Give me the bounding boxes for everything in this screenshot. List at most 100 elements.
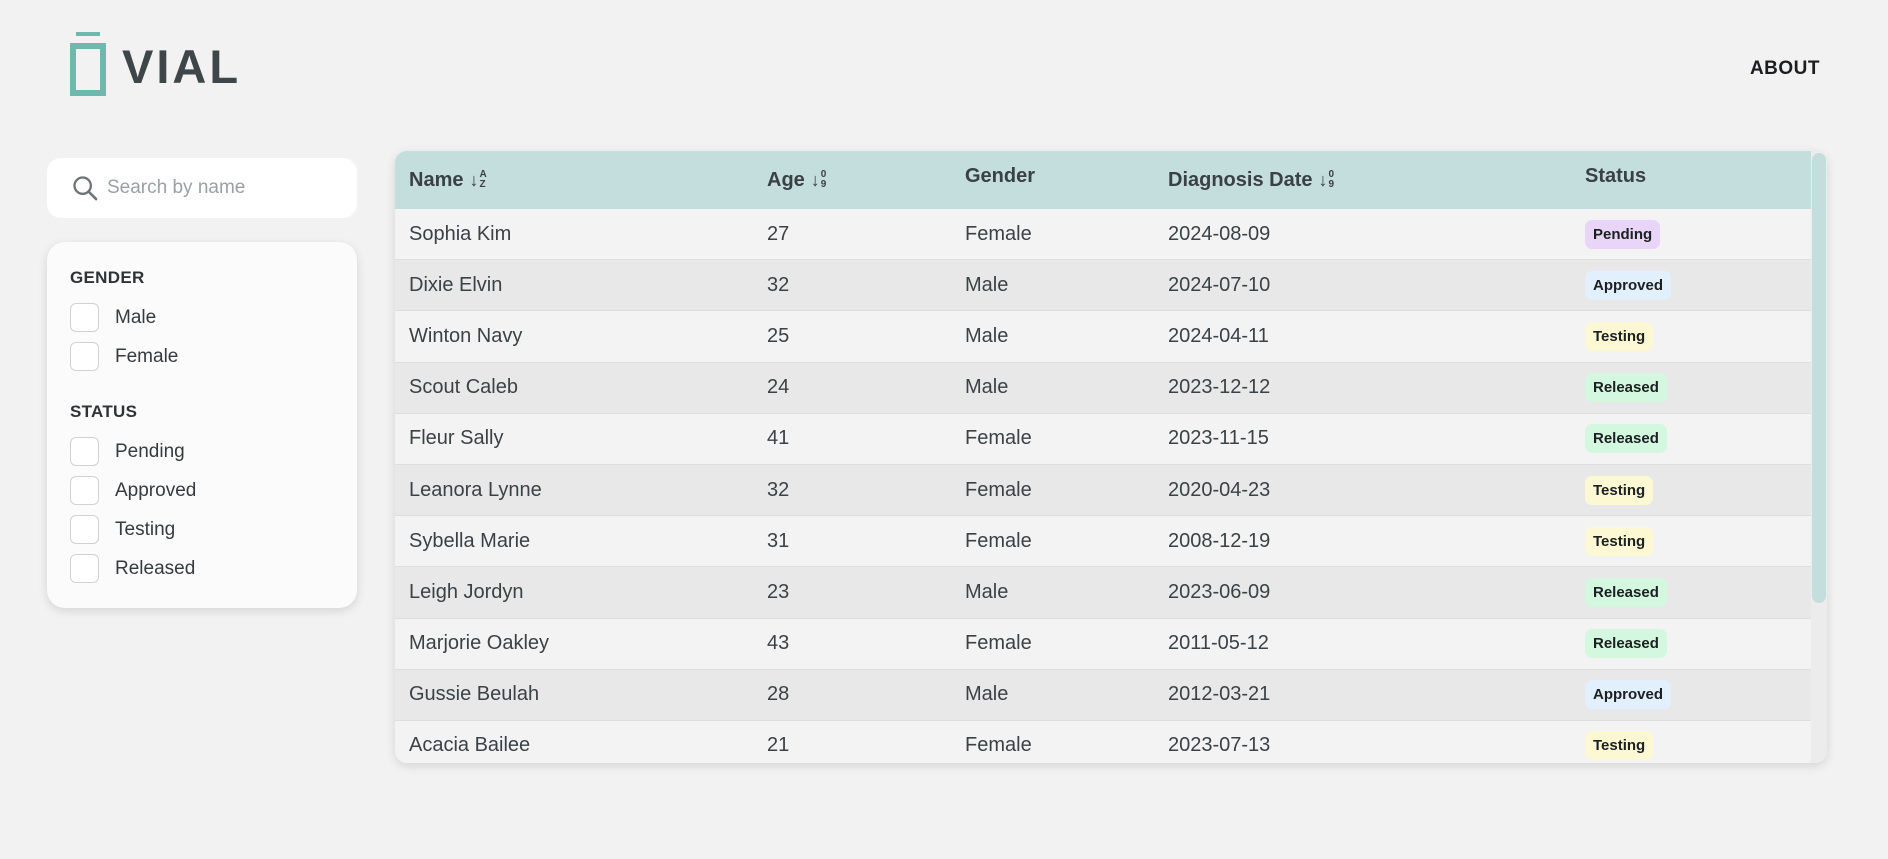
filter-label: Male (115, 306, 157, 328)
filter-label: Approved (115, 479, 197, 501)
status-filter-heading: STATUS (70, 402, 138, 421)
cell-diagnosis-date: 2023-11-15 (1168, 427, 1269, 450)
cell-gender: Female (965, 427, 1032, 450)
search-input[interactable] (107, 177, 337, 199)
table-row[interactable]: Dixie Elvin 32 Male 2024-07-10 Approved (395, 260, 1811, 312)
cell-name: Sybella Marie (409, 529, 531, 552)
status-badge: Released (1585, 373, 1667, 403)
filter-option-testing[interactable]: Testing (70, 510, 334, 549)
cell-gender: Male (965, 376, 1009, 399)
filter-option-female[interactable]: Female (70, 337, 334, 376)
cell-status: Testing (1571, 516, 1811, 566)
table-row[interactable]: Marjorie Oakley 43 Female 2011-05-12 Release… (395, 618, 1811, 670)
table-row[interactable]: Scout Caleb 24 Male 2023-12-12 Released (395, 362, 1811, 414)
status-badge: Approved (1585, 680, 1672, 710)
table-row[interactable]: Leigh Jordyn 23 Male 2023-06-09 Released (395, 567, 1811, 619)
search-box[interactable] (47, 158, 357, 218)
cell-diagnosis-date: 2024-07-10 (1168, 273, 1271, 296)
column-label: Name (409, 168, 464, 191)
vial-icon (70, 32, 106, 96)
sort-numeric-icon[interactable]: ↓ 09 (1318, 170, 1334, 190)
cell-age: 32 (767, 273, 790, 296)
pending-checkbox[interactable] (70, 437, 99, 466)
search-icon (73, 176, 98, 201)
cell-diagnosis-date: 2008-12-19 (1168, 529, 1271, 552)
nav-about-link[interactable]: ABOUT (1750, 58, 1820, 80)
approved-checkbox[interactable] (70, 476, 99, 505)
cell-age: 21 (767, 734, 790, 757)
cell-name: Leigh Jordyn (409, 580, 524, 603)
cell-diagnosis-date: 2020-04-23 (1168, 478, 1271, 501)
table-row[interactable]: Gussie Beulah 28 Male 2012-03-21 Approved (395, 669, 1811, 721)
table-row[interactable]: Sybella Marie 31 Female 2008-12-19 Testing (395, 516, 1811, 568)
cell-status: Released (1571, 567, 1811, 617)
status-badge: Testing (1585, 731, 1654, 761)
cell-age: 25 (767, 324, 790, 347)
cell-age: 43 (767, 632, 790, 655)
filter-option-approved[interactable]: Approved (70, 471, 334, 510)
column-header-gender: Gender (951, 151, 1154, 205)
table-row[interactable]: Fleur Sally 41 Female 2023-11-15 Released (395, 413, 1811, 465)
column-header-diagnosis-date[interactable]: Diagnosis Date ↓ 09 (1154, 151, 1571, 209)
status-badge: Testing (1585, 475, 1654, 505)
cell-gender: Female (965, 529, 1032, 552)
cell-diagnosis-date: 2024-04-11 (1168, 324, 1269, 347)
cell-gender: Female (965, 734, 1032, 757)
cell-gender: Male (965, 683, 1009, 706)
cell-gender: Male (965, 580, 1009, 603)
table-row[interactable]: Leanora Lynne 32 Female 2020-04-23 Testing (395, 464, 1811, 517)
cell-name: Fleur Sally (409, 427, 504, 450)
cell-status: Testing (1571, 311, 1811, 361)
cell-status: Testing (1571, 465, 1811, 515)
testing-checkbox[interactable] (70, 515, 99, 544)
table-body: Sophia Kim 27 Female 2024-08-09 Pending Dixie… (395, 209, 1811, 763)
cell-name: Marjorie Oakley (409, 632, 550, 655)
cell-diagnosis-date: 2023-07-13 (1168, 734, 1271, 757)
female-checkbox[interactable] (70, 342, 99, 371)
cell-age: 31 (767, 529, 790, 552)
filter-panel: GENDER Male Female STATUS Pending Approv… (47, 242, 357, 608)
column-header-name[interactable]: Name ↓ AZ (395, 151, 753, 209)
cell-age: 23 (767, 580, 790, 603)
cell-status: Approved (1571, 260, 1811, 310)
column-header-age[interactable]: Age ↓ 09 (753, 151, 951, 209)
cell-name: Winton Navy (409, 324, 523, 347)
cell-status: Approved (1571, 670, 1811, 720)
cell-gender: Female (965, 632, 1032, 655)
filter-option-pending[interactable]: Pending (70, 432, 334, 471)
vertical-scrollbar[interactable] (1811, 151, 1827, 763)
app-logo[interactable]: VIAL (70, 32, 241, 96)
cell-age: 24 (767, 376, 790, 399)
status-badge: Testing (1585, 526, 1654, 556)
released-checkbox[interactable] (70, 554, 99, 583)
app-name: VIAL (122, 39, 242, 93)
cell-status: Pending (1571, 209, 1811, 259)
cell-gender: Male (965, 324, 1009, 347)
cell-name: Gussie Beulah (409, 683, 540, 706)
male-checkbox[interactable] (70, 303, 99, 332)
filter-option-male[interactable]: Male (70, 298, 334, 337)
status-badge: Approved (1585, 270, 1672, 300)
cell-gender: Female (965, 222, 1032, 245)
column-label: Age (767, 168, 805, 191)
cell-status: Testing (1571, 721, 1811, 763)
cell-name: Leanora Lynne (409, 478, 542, 501)
filter-option-released[interactable]: Released (70, 549, 334, 588)
cell-status: Released (1571, 619, 1811, 669)
cell-age: 28 (767, 683, 790, 706)
status-badge: Released (1585, 629, 1667, 659)
patients-table: Name ↓ AZ Age ↓ 09 Gender Diagnosis Date… (395, 151, 1827, 763)
scrollbar-thumb[interactable] (1812, 153, 1826, 603)
sort-numeric-icon[interactable]: ↓ 09 (811, 170, 827, 190)
column-label: Diagnosis Date (1168, 168, 1313, 191)
table-row[interactable]: Acacia Bailee 21 Female 2023-07-13 Testing (395, 720, 1811, 763)
sort-alpha-icon[interactable]: ↓ AZ (469, 170, 486, 190)
cell-gender: Male (965, 273, 1009, 296)
table-row[interactable]: Sophia Kim 27 Female 2024-08-09 Pending (395, 209, 1811, 261)
cell-name: Dixie Elvin (409, 273, 503, 296)
table-row[interactable]: Winton Navy 25 Male 2024-04-11 Testing (395, 311, 1811, 363)
cell-status: Released (1571, 414, 1811, 464)
cell-diagnosis-date: 2023-06-09 (1168, 580, 1271, 603)
table-header: Name ↓ AZ Age ↓ 09 Gender Diagnosis Date… (395, 151, 1811, 209)
column-header-status: Status (1571, 151, 1811, 205)
